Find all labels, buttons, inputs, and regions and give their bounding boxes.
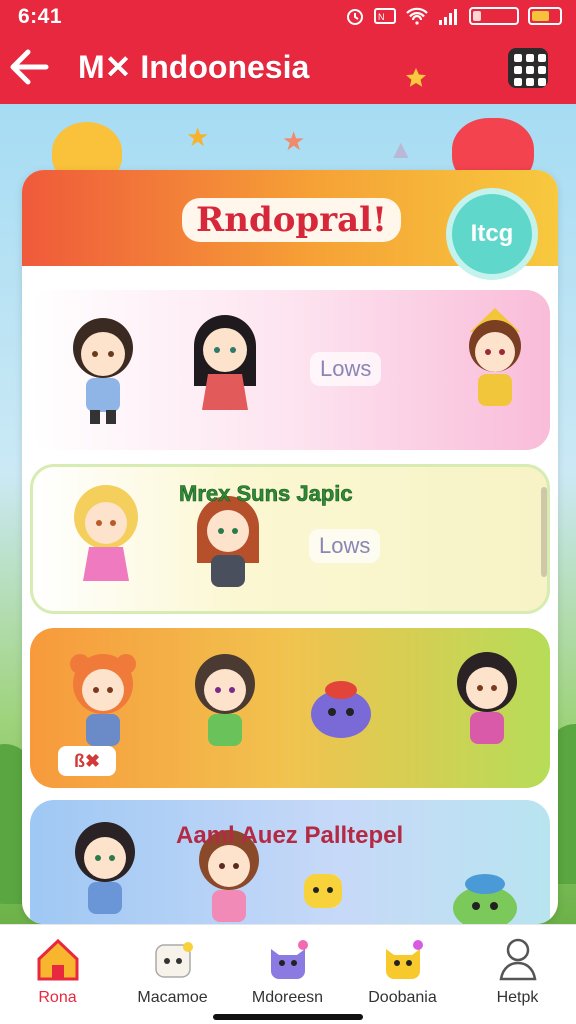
character-avatar [457,652,517,744]
list-item[interactable]: Mrex Suns Japic Lows [30,464,550,614]
status-bar: 6:41 N [0,0,576,34]
star-decoration: ▲ [388,134,414,164]
banner-badge[interactable]: Itcg [446,188,538,280]
battery-icon [469,7,519,25]
top-bar: 6:41 N M✕ Indoonesia [0,0,576,104]
nfc-icon: N [374,8,396,24]
app-title: M✕ Indoonesia [78,49,310,85]
wifi-icon [406,7,428,25]
purple-creature-icon [311,681,371,738]
character-avatar [195,654,255,746]
home-indicator[interactable] [213,1014,363,1020]
nav-label: Mdoreesn [251,989,324,1006]
arrow-left-icon[interactable] [6,44,52,90]
app-bar: M✕ Indoonesia [0,34,576,104]
character-avatar [194,315,256,410]
status-time: 6:41 [18,5,63,28]
green-creature-icon [453,874,517,924]
row-chip: Lows [309,529,381,563]
nav-label: Doobania [368,989,437,1006]
row-label: Aaml Auez Palltepel [176,822,404,849]
banner: Rndopral! Itcg [22,170,558,280]
scrollbar[interactable] [541,487,547,577]
character-avatar [469,308,521,406]
row-label: Mrex Suns Japic [179,481,353,507]
character-avatar [75,822,135,914]
nav-label: Macamoe [137,989,208,1006]
nav-label: Rona [38,989,77,1006]
nav-label: Hetpk [496,989,539,1006]
banner-title: Rndopral! [182,198,401,242]
purple-creature-icon [271,940,308,979]
home-icon [37,938,79,981]
nav-item-yellow[interactable]: Doobania [345,931,460,1011]
nav-item-profile[interactable]: Hetpk [460,931,575,1011]
star-decoration: ★ [186,122,210,152]
star-icon [406,68,426,87]
list-item[interactable]: Aaml Auez Palltepel s [30,800,550,924]
person-icon [499,938,537,981]
status-icons: N [345,6,562,26]
character-avatar [74,485,138,581]
cat-icon [155,942,193,978]
row-chip: Lows [310,352,382,386]
list-item[interactable]: ß✖ [30,628,550,788]
svg-text:N: N [378,12,385,22]
battery-saver-icon [528,7,562,25]
nav-item-cat[interactable]: Macamoe [115,931,230,1011]
alarm-icon [347,9,363,25]
bottom-nav: Rona Macamoe Mdoreesn Doobania Hetpk [0,924,576,1024]
content-panel: Rndopral! Itcg Lows Mrex Suns Japic Lows… [22,170,558,924]
signal-icon [439,9,457,25]
row-tag[interactable]: ß✖ [58,746,116,776]
star-decoration: ★ [282,126,306,156]
character-avatar [73,318,133,424]
nav-item-home[interactable]: Rona [0,931,115,1011]
nav-item-purple[interactable]: Mdoreesn [230,931,345,1011]
yellow-creature-icon [386,940,423,979]
yellow-creature-icon [304,874,342,908]
list-item[interactable]: Lows [30,290,550,450]
grid-icon[interactable] [508,48,548,88]
